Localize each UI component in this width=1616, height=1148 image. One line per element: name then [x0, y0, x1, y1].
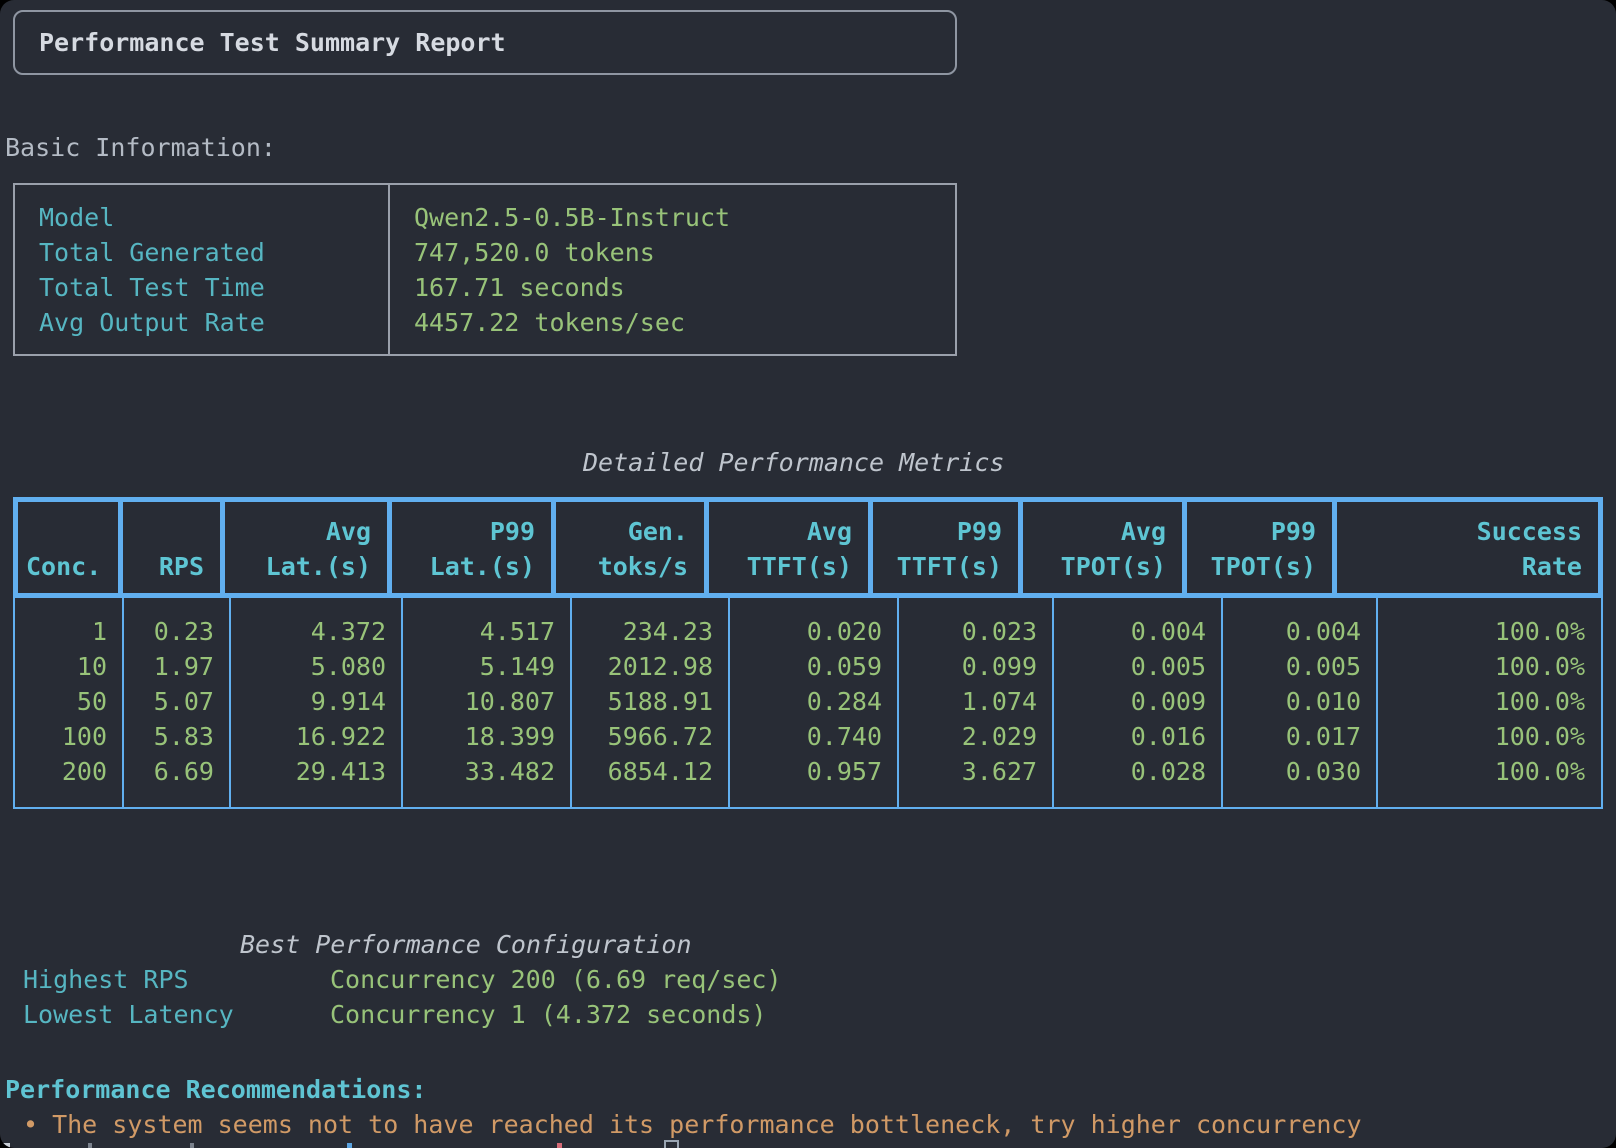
report-title: Performance Test Summary Report — [15, 25, 506, 60]
column-divider — [728, 598, 730, 807]
column-header-rps: RPS — [123, 502, 225, 593]
column-divider — [897, 598, 899, 807]
best-config-row: Lowest Latency Concurrency 1 (4.372 seco… — [23, 997, 782, 1032]
column-header-avg-lat: Avg Lat.(s) — [225, 502, 392, 593]
table-row: 505.079.91410.8075188.910.2841.0740.0090… — [15, 684, 1601, 719]
clipped-line-glyph — [557, 1143, 562, 1148]
column-header-avg-ttft: Avg TTFT(s) — [709, 502, 873, 593]
info-value: 747,520.0 tokens — [414, 235, 955, 270]
metrics-table-body: 10.234.3724.517234.230.0200.0230.0040.00… — [13, 598, 1603, 809]
table-row: 10.234.3724.517234.230.0200.0230.0040.00… — [15, 614, 1601, 649]
column-header-avg-tpot: Avg TPOT(s) — [1023, 502, 1187, 593]
column-divider — [1221, 598, 1223, 807]
clipped-line-glyph — [190, 1143, 194, 1148]
info-label: Total Test Time — [39, 270, 388, 305]
table-row: 2006.6929.41333.4826854.120.9573.6270.02… — [15, 754, 1601, 789]
column-header-success-rate: Success Rate — [1337, 502, 1598, 593]
basic-info-heading: Basic Information: — [5, 130, 276, 165]
info-label: Model — [39, 200, 388, 235]
column-header-p99-tpot: P99 TPOT(s) — [1187, 502, 1337, 593]
report-title-panel: Performance Test Summary Report — [13, 10, 957, 75]
table-row: 101.975.0805.1492012.980.0590.0990.0050.… — [15, 649, 1601, 684]
metrics-table-header: Conc. RPS Avg Lat.(s) P99 Lat.(s) Gen. t… — [13, 497, 1603, 598]
column-header-p99-ttft: P99 TTFT(s) — [873, 502, 1023, 593]
column-divider — [570, 598, 572, 807]
metrics-table-title: Detailed Performance Metrics — [583, 445, 1004, 480]
column-header-conc: Conc. — [18, 502, 123, 593]
column-divider — [122, 598, 124, 807]
basic-info-labels: Model Total Generated Total Test Time Av… — [15, 185, 388, 354]
best-config-value: Concurrency 1 (4.372 seconds) — [330, 997, 782, 1032]
bullet-icon: • — [23, 1110, 38, 1139]
info-label: Total Generated — [39, 235, 388, 270]
column-divider — [401, 598, 403, 807]
column-header-p99-lat: P99 Lat.(s) — [392, 502, 556, 593]
clipped-line-glyph — [1, 1143, 10, 1148]
best-config-table: Highest RPS Concurrency 200 (6.69 req/se… — [23, 962, 782, 1032]
terminal-cursor — [664, 1140, 679, 1148]
recommendations-heading: Performance Recommendations: — [5, 1072, 426, 1107]
info-value: 4457.22 tokens/sec — [414, 305, 955, 340]
column-header-gen-toks: Gen. toks/s — [556, 502, 709, 593]
table-row: 1005.8316.92218.3995966.720.7402.0290.01… — [15, 719, 1601, 754]
basic-info-values: Qwen2.5-0.5B-Instruct 747,520.0 tokens 1… — [388, 185, 955, 354]
best-config-label: Lowest Latency — [23, 997, 330, 1032]
info-value: Qwen2.5-0.5B-Instruct — [414, 200, 955, 235]
clipped-line-glyph — [88, 1143, 92, 1148]
best-config-label: Highest RPS — [23, 962, 330, 997]
best-config-value: Concurrency 200 (6.69 req/sec) — [330, 962, 782, 997]
best-config-title: Best Performance Configuration — [240, 927, 692, 962]
basic-info-table: Model Total Generated Total Test Time Av… — [13, 183, 957, 356]
column-divider — [1052, 598, 1054, 807]
clipped-line-glyph — [347, 1143, 352, 1148]
column-divider — [1376, 598, 1378, 807]
column-divider — [229, 598, 231, 807]
recommendation-text: The system seems not to have reached its… — [52, 1110, 1361, 1139]
best-config-row: Highest RPS Concurrency 200 (6.69 req/se… — [23, 962, 782, 997]
recommendation-item: • The system seems not to have reached it… — [23, 1107, 1362, 1142]
terminal-window: Performance Test Summary Report Basic In… — [0, 0, 1616, 1148]
info-value: 167.71 seconds — [414, 270, 955, 305]
info-label: Avg Output Rate — [39, 305, 388, 340]
